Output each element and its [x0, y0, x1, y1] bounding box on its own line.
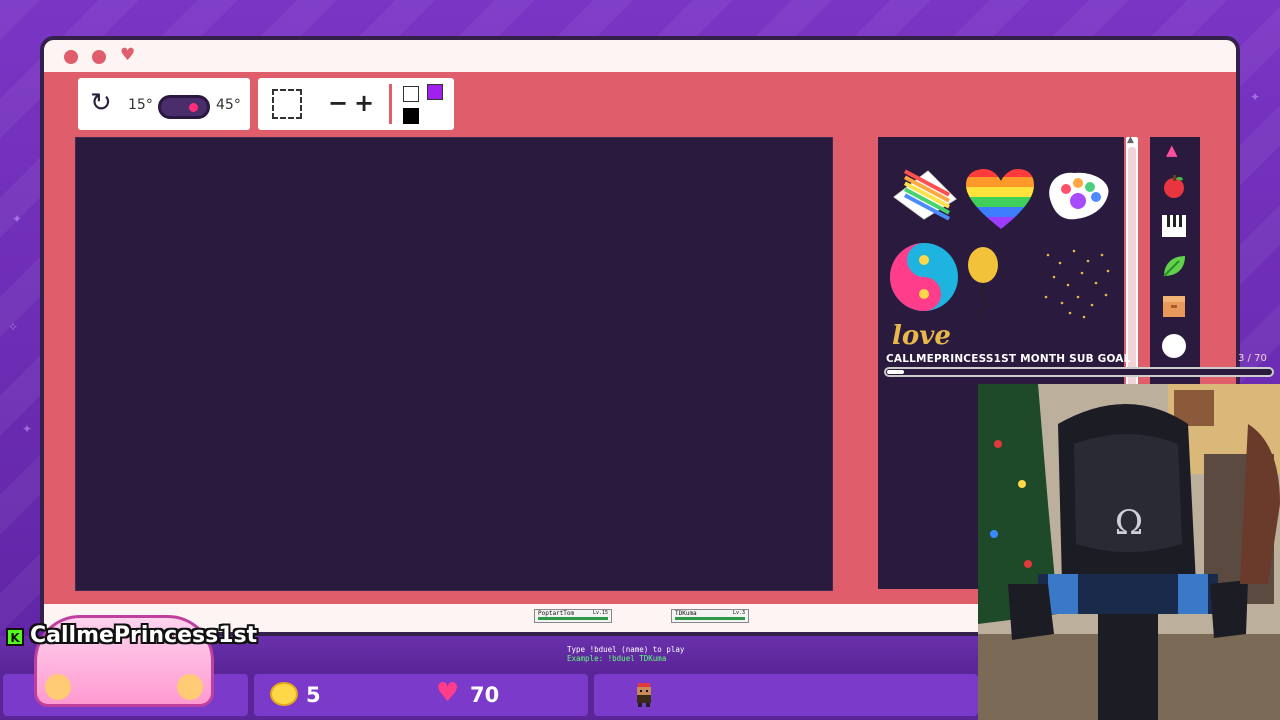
scroll-up-icon[interactable]: ▲	[1127, 135, 1134, 145]
duel-hint-example: Example: !bduel TDKuma	[567, 654, 667, 663]
rotate-icon[interactable]: ↻	[90, 88, 112, 118]
rainbow-heart-icon[interactable]	[964, 167, 1036, 231]
balloon-icon[interactable]	[968, 247, 998, 320]
heart-count: 70	[470, 683, 500, 707]
window-close-dot[interactable]	[64, 50, 78, 64]
player-name: TDKuma	[675, 610, 697, 617]
svg-text:Ω: Ω	[1115, 503, 1143, 543]
category-up-icon[interactable]: ▲	[1166, 141, 1178, 159]
love-wins-sticker[interactable]: love	[892, 323, 972, 357]
coin-count: 5	[306, 683, 321, 707]
paw-print-icon[interactable]	[1049, 172, 1109, 220]
overlay-slot-stats	[254, 674, 588, 716]
sub-goal-progress	[884, 367, 1274, 377]
yin-yang-heart-icon[interactable]	[890, 243, 958, 311]
player-avatar-icon	[637, 683, 651, 707]
scrollbar-thumb[interactable]	[1128, 147, 1136, 387]
toolbox-divider	[389, 84, 392, 124]
rotation-toolbox: ↻ 15° 45°	[78, 78, 250, 130]
marquee-select-icon[interactable]	[272, 89, 302, 119]
webcam-image: Ω	[978, 384, 1280, 720]
sub-goal-count: 3 / 70	[1238, 353, 1267, 364]
selection-toolbox: − +	[258, 78, 454, 130]
drawing-canvas[interactable]	[75, 137, 833, 591]
sub-goal-progress-fill	[887, 370, 904, 374]
toggle-knob	[189, 103, 198, 112]
swatch-white[interactable]	[403, 86, 419, 102]
cloud-cheek	[177, 674, 203, 700]
sub-goal-label: CALLMEPRINCESS1ST MONTH SUB GOAL	[886, 353, 1131, 365]
player-card[interactable]: TDKuma Lv.3	[671, 609, 749, 623]
player-name: PoptartTom	[538, 610, 575, 617]
kick-icon: K	[6, 628, 24, 646]
player-level: Lv.3	[732, 610, 745, 616]
webcam-feed: Ω	[978, 384, 1280, 720]
circle-icon[interactable]	[1161, 333, 1187, 359]
cloud-cheek	[45, 674, 71, 700]
player-health-bar	[675, 617, 745, 620]
zoom-out-button[interactable]: −	[328, 89, 348, 117]
love-wins-text: love	[892, 323, 951, 351]
zoom-in-button[interactable]: +	[354, 89, 374, 117]
confetti-icon[interactable]	[1044, 249, 1110, 319]
heart-icon[interactable]: ♥	[120, 47, 135, 64]
player-health-bar	[538, 617, 608, 620]
box-icon[interactable]	[1161, 293, 1187, 319]
window-titlebar: ♥	[44, 40, 1236, 75]
coin-icon	[270, 682, 298, 706]
angle-toggle[interactable]	[158, 95, 210, 119]
swatch-black[interactable]	[403, 108, 419, 124]
apple-icon[interactable]	[1161, 173, 1187, 199]
angle-15-label[interactable]: 15°	[128, 97, 153, 113]
heart-icon: ♥	[436, 678, 460, 708]
window-minimize-dot[interactable]	[92, 50, 106, 64]
duel-instructions: Type !bduel (name) to play Example: !bdu…	[567, 645, 684, 663]
sparkle-icon: ✦	[12, 212, 23, 226]
sparkle-icon: ✦	[22, 422, 33, 436]
category-panel: ▲	[1150, 137, 1200, 392]
player-level: Lv.15	[592, 610, 608, 616]
sparkle-icon: ✦	[1250, 90, 1261, 104]
piano-icon[interactable]	[1161, 213, 1187, 239]
angle-45-label[interactable]: 45°	[216, 97, 241, 113]
leaf-icon[interactable]	[1161, 253, 1187, 279]
channel-name: CallmePrincess1st	[30, 623, 258, 648]
swatch-purple[interactable]	[427, 84, 443, 100]
duel-hint-line: Type !bduel (name) to play	[567, 645, 685, 654]
player-card[interactable]: PoptartTom Lv.15	[534, 609, 612, 623]
rainbow-cake-icon[interactable]	[893, 169, 957, 221]
sparkle-icon: ✧	[8, 320, 19, 334]
